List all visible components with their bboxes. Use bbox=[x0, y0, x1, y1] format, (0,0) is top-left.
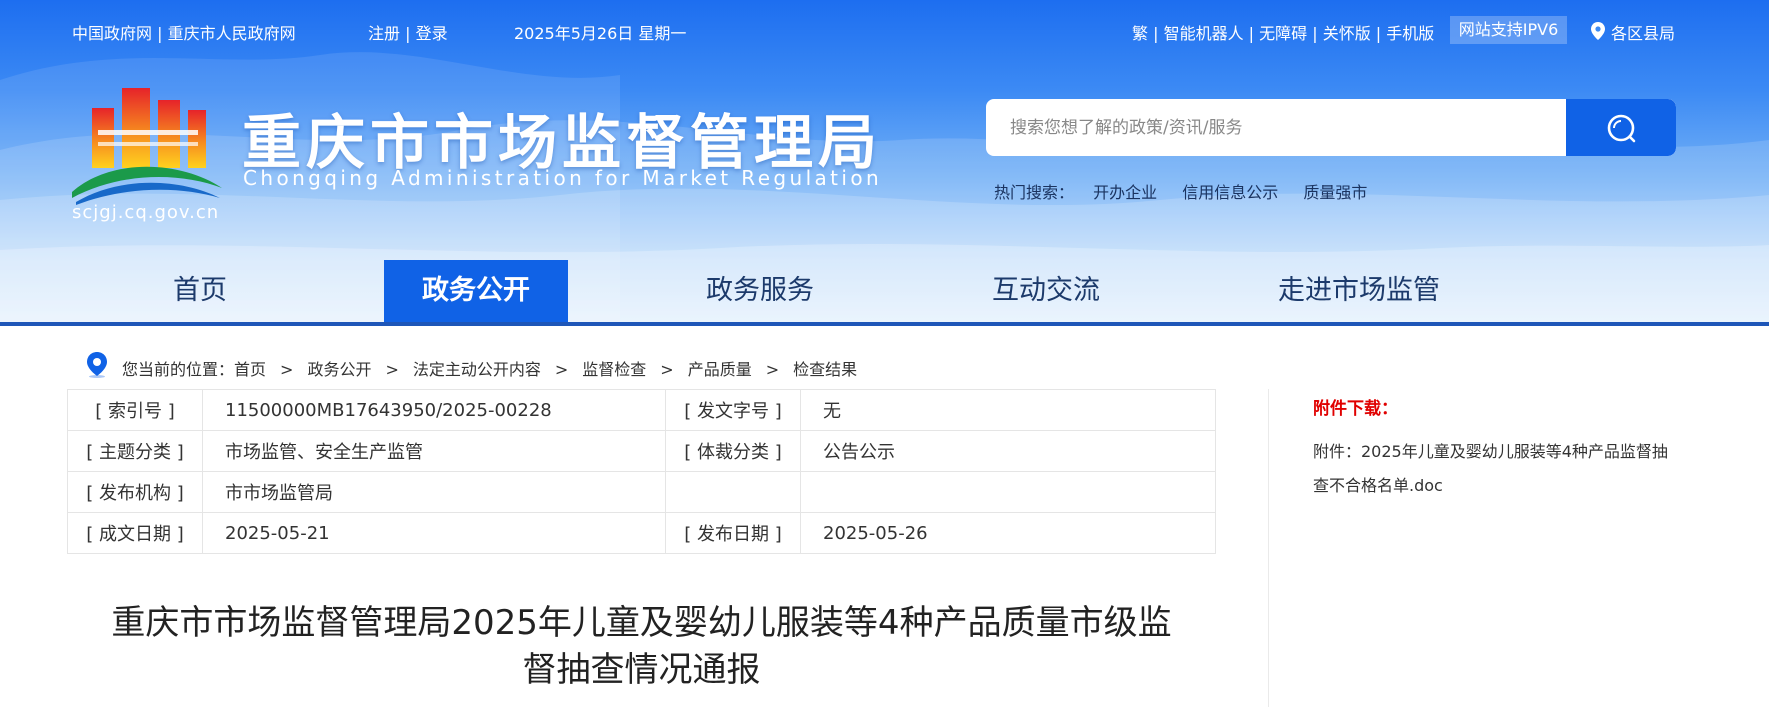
attachment-link[interactable]: 附件：2025年儿童及婴幼儿服装等4种产品监督抽查不合格名单.doc bbox=[1313, 435, 1683, 503]
nav-interaction[interactable]: 互动交流 bbox=[946, 260, 1146, 322]
ipv6-badge[interactable]: 网站支持IPV6 bbox=[1450, 16, 1567, 44]
breadcrumb-item[interactable]: 法定主动公开内容 bbox=[413, 360, 541, 379]
breadcrumb-item[interactable]: 政务公开 bbox=[307, 360, 371, 379]
hot-keyword[interactable]: 开办企业 bbox=[1093, 183, 1157, 202]
meta-value: 市市场监管局 bbox=[202, 471, 666, 513]
breadcrumb-item[interactable]: 监督检查 bbox=[582, 360, 646, 379]
breadcrumb-item[interactable]: 产品质量 bbox=[688, 360, 752, 379]
agency-logo-icon bbox=[72, 88, 222, 205]
nav-government-services[interactable]: 政务服务 bbox=[660, 260, 860, 322]
breadcrumb-separator: > bbox=[554, 360, 569, 379]
hot-search-label: 热门搜索： bbox=[994, 183, 1075, 202]
meta-value: 无 bbox=[800, 389, 1216, 431]
tool-links[interactable]: 繁 | 智能机器人 | 无障碍 | 关怀版 | 手机版 bbox=[1132, 20, 1434, 44]
meta-key: [ 发布日期 ] bbox=[665, 512, 801, 554]
site-domain: scjgj.cq.gov.cn bbox=[72, 202, 220, 223]
meta-value: 2025-05-21 bbox=[202, 512, 666, 554]
sidebar-divider bbox=[1268, 389, 1269, 707]
meta-key: [ 成文日期 ] bbox=[67, 512, 203, 554]
meta-key: [ 主题分类 ] bbox=[67, 430, 203, 472]
meta-key: [ 体裁分类 ] bbox=[665, 430, 801, 472]
table-row: [ 索引号 ] 11500000MB17643950/2025-00228 [ … bbox=[67, 389, 1216, 431]
hot-keyword[interactable]: 信用信息公示 bbox=[1182, 183, 1278, 202]
breadcrumb-item[interactable]: 检查结果 bbox=[793, 360, 857, 379]
breadcrumb-item[interactable]: 首页 bbox=[234, 360, 266, 379]
header-divider bbox=[0, 322, 1769, 326]
search-input[interactable] bbox=[986, 99, 1590, 156]
breadcrumb-separator: > bbox=[765, 360, 780, 379]
search-box bbox=[986, 99, 1676, 156]
region-link[interactable]: 各区县局 bbox=[1611, 20, 1675, 44]
account-links[interactable]: 注册 | 登录 bbox=[368, 20, 448, 44]
breadcrumb-prefix: 您当前的位置： bbox=[122, 360, 235, 379]
meta-value: 11500000MB17643950/2025-00228 bbox=[202, 389, 666, 431]
hot-keyword[interactable]: 质量强市 bbox=[1303, 183, 1367, 202]
meta-key: [ 发文字号 ] bbox=[665, 389, 801, 431]
document-title-line: 督抽查情况通报 bbox=[522, 650, 761, 690]
meta-key: [ 发布机构 ] bbox=[67, 471, 203, 513]
main-nav: 首页 政务公开 政务服务 互动交流 走进市场监管 bbox=[0, 260, 1769, 323]
location-pin-icon bbox=[1591, 22, 1605, 40]
document-meta-table: [ 索引号 ] 11500000MB17643950/2025-00228 [ … bbox=[67, 389, 1216, 554]
meta-key: [ 索引号 ] bbox=[67, 389, 203, 431]
meta-value: 2025-05-26 bbox=[800, 512, 1216, 554]
gov-links[interactable]: 中国政府网 | 重庆市人民政府网 bbox=[72, 20, 296, 44]
meta-value: 市场监管、安全生产监管 bbox=[202, 430, 666, 472]
search-icon bbox=[1607, 114, 1636, 142]
meta-value bbox=[800, 471, 1216, 513]
table-row: [ 成文日期 ] 2025-05-21 [ 发布日期 ] 2025-05-26 bbox=[67, 512, 1216, 554]
meta-key bbox=[665, 471, 801, 513]
breadcrumb-separator: > bbox=[660, 360, 674, 379]
table-row: [ 主题分类 ] 市场监管、安全生产监管 [ 体裁分类 ] 公告公示 bbox=[67, 430, 1216, 472]
breadcrumb-separator: > bbox=[385, 360, 399, 379]
nav-about-regulation[interactable]: 走进市场监管 bbox=[1254, 260, 1464, 322]
site-header: 中国政府网 | 重庆市人民政府网 注册 | 登录 2025年5月26日 星期一 … bbox=[0, 0, 1769, 323]
current-date: 2025年5月26日 星期一 bbox=[514, 24, 687, 43]
site-subtitle: Chongqing Administration for Market Regu… bbox=[243, 166, 883, 190]
nav-home[interactable]: 首页 bbox=[100, 260, 300, 322]
table-row: [ 发布机构 ] 市市场监管局 bbox=[67, 471, 1216, 513]
breadcrumb-separator: > bbox=[280, 360, 294, 379]
location-pin-icon bbox=[87, 352, 107, 378]
document-title: 重庆市市场监督管理局2025年儿童及婴幼儿服装等4种产品质量市级监 督抽查情况通… bbox=[67, 600, 1216, 694]
meta-value: 公告公示 bbox=[800, 430, 1216, 472]
hot-search: 热门搜索： 开办企业 信用信息公示 质量强市 bbox=[994, 179, 1387, 203]
search-button[interactable] bbox=[1566, 99, 1676, 156]
document-title-line: 重庆市市场监督管理局2025年儿童及婴幼儿服装等4种产品质量市级监 bbox=[111, 603, 1172, 643]
attachment-label: 附件下载： bbox=[1313, 399, 1398, 419]
nav-government-affairs[interactable]: 政务公开 bbox=[384, 260, 568, 323]
